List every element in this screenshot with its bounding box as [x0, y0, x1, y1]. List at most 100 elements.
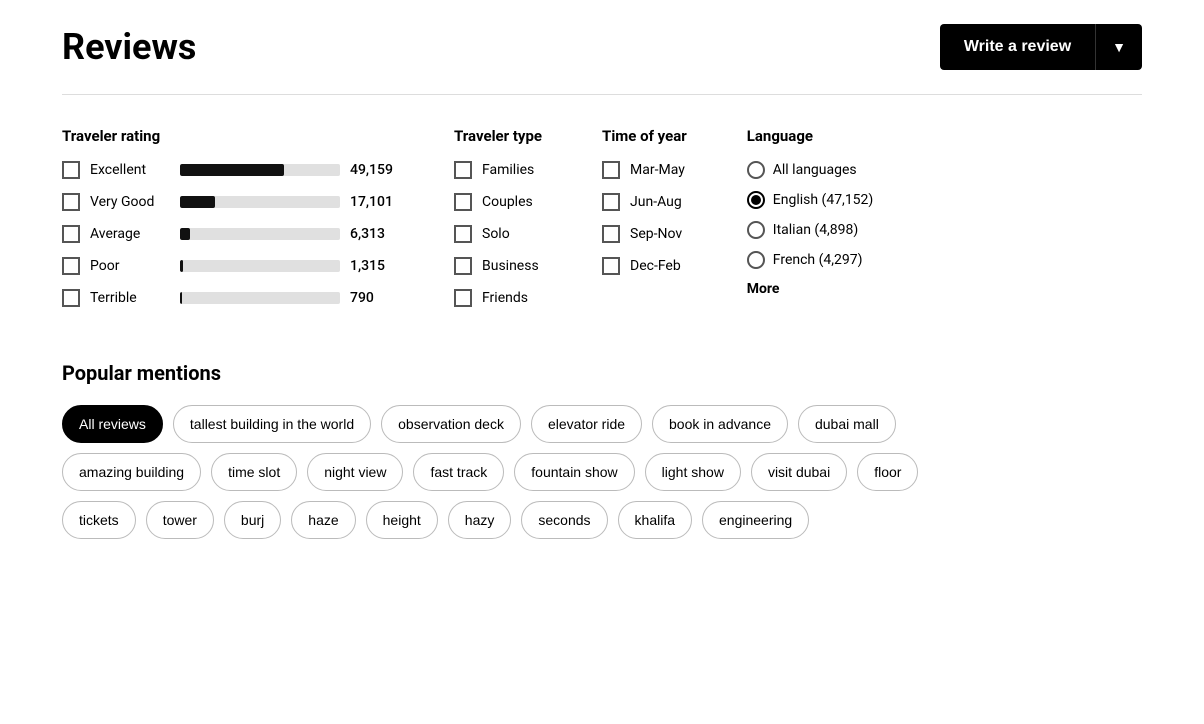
rating-label: Average: [90, 226, 170, 242]
tag-button[interactable]: observation deck: [381, 405, 521, 443]
rating-bar-fill: [180, 228, 190, 240]
time-item: Jun-Aug: [602, 193, 687, 211]
traveler-type-checkbox[interactable]: [454, 225, 472, 243]
rating-bar: [180, 196, 340, 208]
tag-button[interactable]: time slot: [211, 453, 297, 491]
tag-button[interactable]: night view: [307, 453, 403, 491]
tag-button[interactable]: floor: [857, 453, 918, 491]
language-more-link[interactable]: More: [747, 281, 874, 297]
rating-checkbox[interactable]: [62, 193, 80, 211]
traveler-type-label: Friends: [482, 290, 528, 306]
rating-count: 49,159: [350, 162, 394, 178]
time-of-year-title: Time of year: [602, 127, 687, 145]
time-item: Dec-Feb: [602, 257, 687, 275]
tag-button[interactable]: height: [366, 501, 438, 539]
language-radio[interactable]: [747, 221, 765, 239]
language-radio[interactable]: [747, 161, 765, 179]
tag-button[interactable]: haze: [291, 501, 355, 539]
traveler-type-item: Couples: [454, 193, 542, 211]
rating-checkbox[interactable]: [62, 257, 80, 275]
traveler-type-item: Solo: [454, 225, 542, 243]
language-item[interactable]: English (47,152): [747, 191, 874, 209]
write-review-dropdown-button[interactable]: ▼: [1095, 24, 1142, 70]
tag-button[interactable]: light show: [645, 453, 741, 491]
rating-count: 6,313: [350, 226, 394, 242]
rating-label: Very Good: [90, 194, 170, 210]
rating-count: 17,101: [350, 194, 394, 210]
rating-label: Terrible: [90, 290, 170, 306]
write-review-button[interactable]: Write a review: [940, 24, 1095, 70]
rating-item: Excellent 49,159: [62, 161, 394, 179]
tags-container: All reviews tallest building in the world…: [62, 405, 1142, 539]
tag-button[interactable]: khalifa: [618, 501, 692, 539]
tag-button[interactable]: tower: [146, 501, 214, 539]
time-item: Sep-Nov: [602, 225, 687, 243]
traveler-type-checkbox[interactable]: [454, 257, 472, 275]
rating-count: 790: [350, 290, 394, 306]
language-item[interactable]: French (4,297): [747, 251, 874, 269]
language-radio[interactable]: [747, 251, 765, 269]
time-list: Mar-May Jun-Aug Sep-Nov Dec-Feb: [602, 161, 687, 275]
tag-button[interactable]: burj: [224, 501, 281, 539]
rating-bar-fill: [180, 196, 215, 208]
time-checkbox[interactable]: [602, 193, 620, 211]
language-radio[interactable]: [747, 191, 765, 209]
tag-button[interactable]: All reviews: [62, 405, 163, 443]
language-item[interactable]: Italian (4,898): [747, 221, 874, 239]
rating-label: Poor: [90, 258, 170, 274]
tag-button[interactable]: fountain show: [514, 453, 634, 491]
traveler-type-checkbox[interactable]: [454, 289, 472, 307]
rating-count: 1,315: [350, 258, 394, 274]
tag-button[interactable]: amazing building: [62, 453, 201, 491]
tag-button[interactable]: fast track: [413, 453, 504, 491]
rating-checkbox[interactable]: [62, 289, 80, 307]
time-checkbox[interactable]: [602, 225, 620, 243]
rating-label: Excellent: [90, 162, 170, 178]
rating-item: Poor 1,315: [62, 257, 394, 275]
tag-button[interactable]: dubai mall: [798, 405, 896, 443]
traveler-rating-title: Traveler rating: [62, 127, 394, 145]
language-label: Italian (4,898): [773, 222, 859, 238]
time-of-year-section: Time of year Mar-May Jun-Aug Sep-Nov Dec…: [602, 127, 687, 321]
traveler-type-checkbox[interactable]: [454, 193, 472, 211]
rating-checkbox[interactable]: [62, 161, 80, 179]
traveler-type-item: Families: [454, 161, 542, 179]
time-checkbox[interactable]: [602, 257, 620, 275]
traveler-type-item: Business: [454, 257, 542, 275]
rating-checkbox[interactable]: [62, 225, 80, 243]
tag-button[interactable]: tickets: [62, 501, 136, 539]
traveler-type-label: Couples: [482, 194, 533, 210]
time-checkbox[interactable]: [602, 161, 620, 179]
tag-button[interactable]: engineering: [702, 501, 809, 539]
time-label: Mar-May: [630, 162, 685, 178]
traveler-type-checkbox[interactable]: [454, 161, 472, 179]
tag-button[interactable]: tallest building in the world: [173, 405, 371, 443]
rating-items-container: Excellent 49,159 Very Good 17,101 Averag…: [62, 161, 394, 307]
rating-bar: [180, 164, 340, 176]
tag-button[interactable]: hazy: [448, 501, 512, 539]
traveler-type-item: Friends: [454, 289, 542, 307]
rating-bar: [180, 292, 340, 304]
tag-button[interactable]: seconds: [521, 501, 607, 539]
language-label: All languages: [773, 162, 857, 178]
language-item[interactable]: All languages: [747, 161, 874, 179]
language-list: All languages English (47,152) Italian (…: [747, 161, 874, 269]
tags-row: All reviews tallest building in the world…: [62, 405, 1142, 443]
language-section: Language All languages English (47,152) …: [747, 127, 874, 321]
language-title: Language: [747, 127, 874, 145]
rating-bar-fill: [180, 292, 182, 304]
traveler-type-label: Solo: [482, 226, 510, 242]
language-label: English (47,152): [773, 192, 874, 208]
reviews-title: Reviews: [62, 26, 196, 68]
time-label: Sep-Nov: [630, 226, 682, 242]
tag-button[interactable]: book in advance: [652, 405, 788, 443]
reviews-header: Reviews Write a review ▼: [62, 24, 1142, 70]
tag-button[interactable]: elevator ride: [531, 405, 642, 443]
rating-item: Very Good 17,101: [62, 193, 394, 211]
traveler-type-label: Business: [482, 258, 539, 274]
language-label: French (4,297): [773, 252, 863, 268]
rating-bar-fill: [180, 164, 284, 176]
tags-row: amazing building time slot night view fast …: [62, 453, 1142, 491]
tag-button[interactable]: visit dubai: [751, 453, 847, 491]
popular-mentions-section: Popular mentions All reviewstallest buil…: [62, 361, 1142, 539]
